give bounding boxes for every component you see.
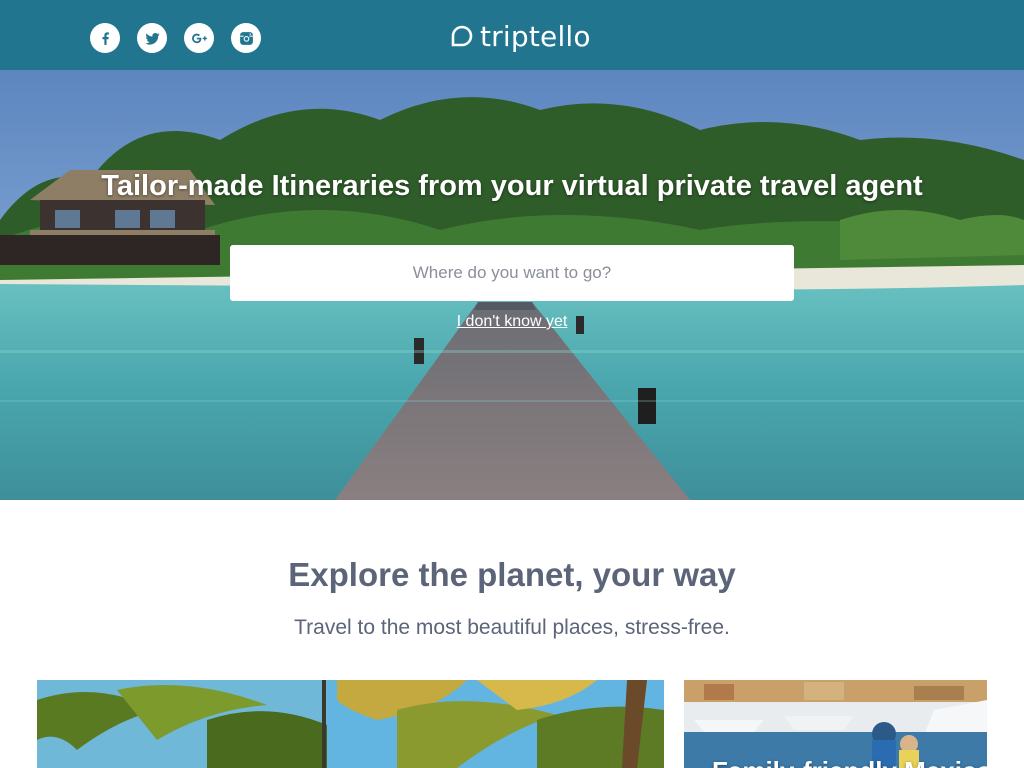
explore-subtitle: Travel to the most beautiful places, str… bbox=[294, 616, 730, 639]
hero-section: Tailor-made Itineraries from your virtua… bbox=[0, 70, 1024, 500]
marina-image bbox=[684, 680, 987, 768]
twitter-link[interactable] bbox=[137, 23, 167, 53]
destination-card-mexico[interactable]: Family-friendly Mexico bbox=[684, 680, 987, 768]
facebook-link[interactable] bbox=[90, 23, 120, 53]
google-plus-link[interactable] bbox=[184, 23, 214, 53]
hero-title: Tailor-made Itineraries from your virtua… bbox=[101, 170, 923, 202]
twitter-icon bbox=[144, 32, 160, 45]
top-bar: triptello bbox=[0, 0, 1024, 70]
google-plus-icon bbox=[191, 33, 207, 43]
brand-name: triptello bbox=[480, 19, 591, 53]
instagram-link[interactable] bbox=[231, 23, 261, 53]
palm-trees-image bbox=[37, 680, 664, 768]
instagram-icon bbox=[239, 31, 253, 45]
facebook-icon bbox=[101, 31, 109, 45]
destination-card-tropical[interactable] bbox=[37, 680, 664, 768]
destination-search-input[interactable] bbox=[230, 245, 794, 301]
dont-know-yet-link[interactable]: I don't know yet bbox=[457, 313, 568, 330]
explore-title: Explore the planet, your way bbox=[288, 556, 736, 593]
brand-logo[interactable]: triptello bbox=[450, 19, 591, 53]
chat-bubble-logo-icon bbox=[451, 25, 473, 47]
dont-know-container: I don't know yet bbox=[0, 313, 1024, 331]
card-label-mexico: Family-friendly Mexico bbox=[712, 756, 987, 768]
social-links bbox=[90, 23, 261, 53]
